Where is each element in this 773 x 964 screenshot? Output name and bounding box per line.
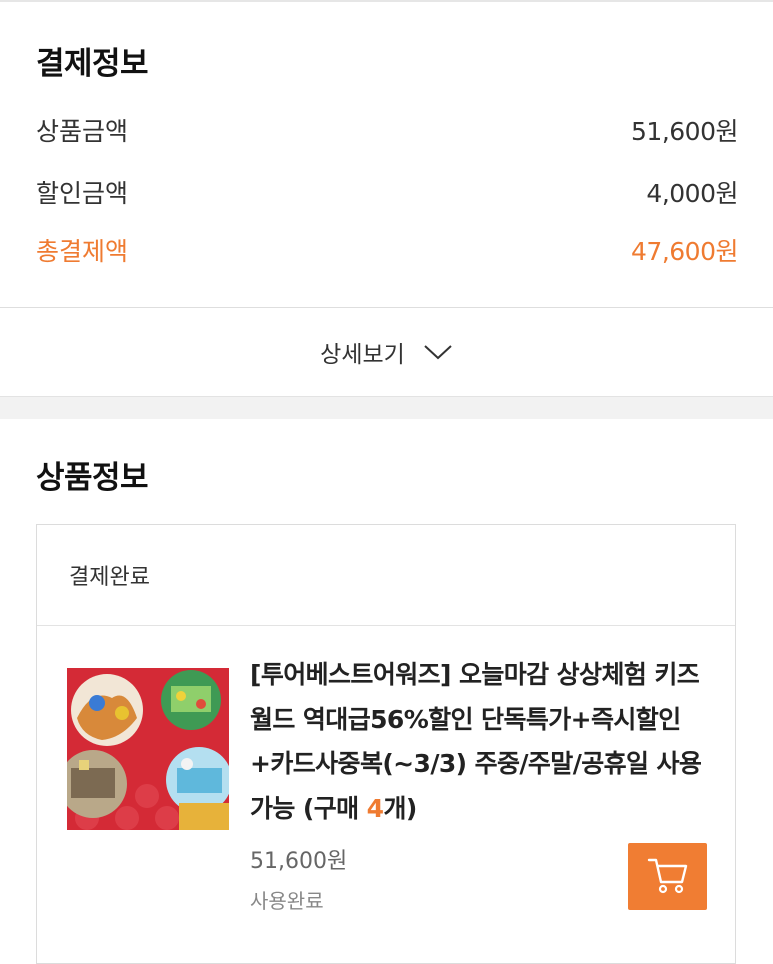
- product-info-title: 상품정보: [36, 460, 149, 496]
- product-thumbnail[interactable]: [67, 668, 229, 830]
- purchase-quantity: 4: [366, 793, 384, 823]
- product-price: 51,600원: [250, 849, 348, 874]
- order-status: 결제완료: [69, 565, 150, 590]
- product-amount-row: 상품금액 51,600원: [36, 110, 738, 150]
- product-amount-value: 51,600원: [631, 117, 738, 146]
- product-amount-label: 상품금액: [36, 117, 129, 146]
- card-divider: [37, 625, 735, 626]
- total-payment-row: 총결제액 47,600원: [36, 230, 738, 270]
- product-name-end: 개): [383, 793, 417, 823]
- chevron-down-icon: [423, 343, 453, 361]
- discount-amount-row: 할인금액 4,000원: [36, 172, 738, 212]
- view-details-button[interactable]: 상세보기: [0, 308, 773, 396]
- cart-icon: [647, 855, 689, 899]
- order-card: 결제완료 [투어베스트어워즈] 오늘마감 상상체험 키즈월드 역대급56%할인 …: [36, 524, 736, 964]
- product-name-text: [투어베스트어워즈] 오늘마감 상상체험 키즈월드 역대급56%할인 단독특가+…: [250, 660, 702, 823]
- top-border: [0, 0, 773, 2]
- discount-amount-value: 4,000원: [646, 179, 738, 208]
- product-name[interactable]: [투어베스트어워즈] 오늘마감 상상체험 키즈월드 역대급56%할인 단독특가+…: [250, 653, 720, 831]
- view-details-label: 상세보기: [320, 342, 405, 368]
- usage-status: 사용완료: [250, 889, 324, 913]
- total-payment-label: 총결제액: [36, 237, 129, 266]
- discount-amount-label: 할인금액: [36, 179, 129, 208]
- add-to-cart-button[interactable]: [628, 843, 707, 910]
- payment-title: 결제정보: [36, 46, 149, 82]
- total-payment-value: 47,600원: [631, 237, 738, 266]
- section-separator: [0, 396, 773, 419]
